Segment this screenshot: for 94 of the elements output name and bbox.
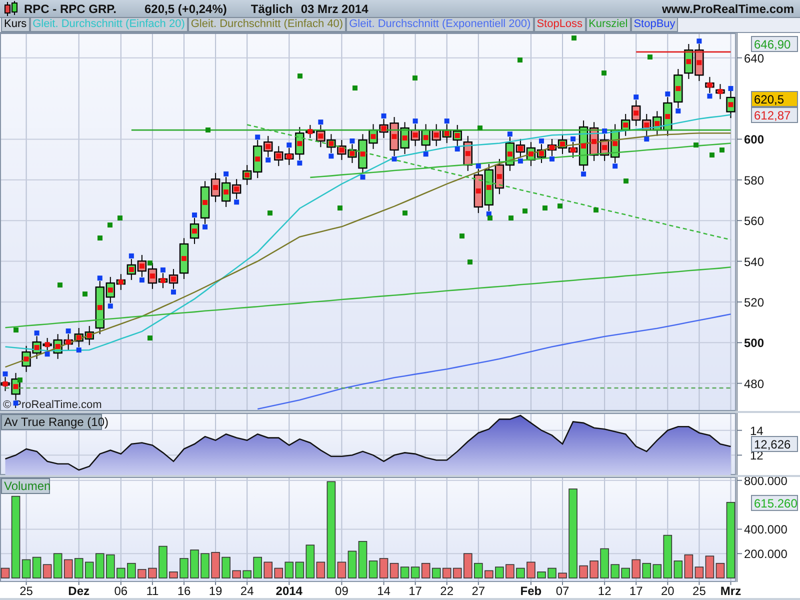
volume-bar xyxy=(632,559,641,578)
volume-bar xyxy=(484,570,494,578)
volume-bar xyxy=(116,568,126,578)
axis-label: 25 xyxy=(20,584,33,598)
axis-label: 17 xyxy=(408,584,422,598)
last-value-tag: 12,626 xyxy=(751,436,798,452)
axis-label: 19 xyxy=(208,584,222,598)
axis-label: 22 xyxy=(440,584,454,598)
symbol-name: RPC - RPC GRP. xyxy=(24,2,116,16)
volume-bar xyxy=(590,560,598,578)
volume-bar xyxy=(222,556,230,578)
axis-label: 480 xyxy=(744,376,764,391)
legend-item: StopLoss xyxy=(534,18,586,32)
date-label: 03 Mrz 2014 xyxy=(300,2,368,16)
volume-bar xyxy=(579,565,588,578)
volume-bar xyxy=(642,562,652,578)
axis-label: 17 xyxy=(629,584,643,598)
axis-label: 11 xyxy=(146,584,159,598)
target-price-tag: 646,90 xyxy=(751,36,798,52)
axis-label: 580 xyxy=(744,173,764,188)
volume-bar xyxy=(474,562,483,578)
axis-label: Feb xyxy=(520,584,542,598)
legend-item: Kursziel xyxy=(586,18,631,32)
axis-label: 520 xyxy=(744,295,764,310)
axis-label: 12 xyxy=(598,584,612,598)
price-change: 620,5 (+0,24%) xyxy=(144,2,227,16)
volume-bar xyxy=(442,568,452,578)
panel-title: Volumen xyxy=(1,478,51,494)
axis-label: 500 xyxy=(744,336,764,350)
candlestick xyxy=(484,164,494,212)
last-value-tag: 615.260 xyxy=(751,494,798,511)
chart-title: Volumen xyxy=(4,479,51,493)
legend-item: Gleit. Durchschnitt (Exponentiell 200) xyxy=(346,18,534,32)
volume-bar xyxy=(379,558,388,578)
axis-label: 600 xyxy=(744,132,764,147)
volume-bar xyxy=(548,568,556,578)
legend-item: Gleit. Durchschnitt (Einfach 40) xyxy=(188,18,346,32)
volume-bar xyxy=(516,568,525,578)
axis-label: 2014 xyxy=(276,584,302,598)
volume-bar xyxy=(232,570,241,578)
volume-bar xyxy=(74,558,84,578)
volume-bar xyxy=(106,554,115,578)
axis-label: 06 xyxy=(114,584,128,598)
panel-title: Av True Range (10) xyxy=(1,414,109,430)
axis-label: 20 xyxy=(660,584,674,598)
volume-bar xyxy=(558,572,567,578)
axis-label: 400.000 xyxy=(744,522,788,537)
website-label: www.ProRealTime.com xyxy=(662,2,794,16)
axis-label: Dez xyxy=(68,584,90,598)
volume-bar xyxy=(610,564,620,578)
volume-bar xyxy=(169,572,178,578)
volume-bar xyxy=(537,572,546,578)
axis-label: 560 xyxy=(744,214,764,228)
volume-bar xyxy=(127,562,136,578)
legend-item: Kurs xyxy=(1,18,30,32)
axis-label: Mrz xyxy=(720,584,742,598)
volume-bar xyxy=(190,550,199,578)
volume-bar xyxy=(148,568,157,578)
volume-bar xyxy=(211,552,220,578)
volume-bar xyxy=(253,556,262,578)
stoploss-price-tag: 612,87 xyxy=(751,107,798,123)
axis-label: 25 xyxy=(692,584,706,598)
volume-bar xyxy=(138,569,146,578)
volume-bar xyxy=(390,562,399,578)
volume-bar xyxy=(400,566,410,578)
axis-label: 540 xyxy=(744,254,764,269)
axis-label: 09 xyxy=(335,584,348,598)
candlestick-icon xyxy=(4,0,18,16)
volume-bar xyxy=(495,566,504,578)
volume-bar xyxy=(410,566,420,578)
candlestick xyxy=(474,168,483,214)
copyright-text: © ProRealTime.com xyxy=(3,399,102,411)
axis-label: 07 xyxy=(556,584,570,598)
axis-label: 640 xyxy=(744,51,764,66)
volume-bar xyxy=(200,553,210,578)
volume-bar xyxy=(242,570,252,578)
axis-label: 200.000 xyxy=(744,547,788,562)
candlestick xyxy=(674,68,683,109)
volume-bar xyxy=(600,548,609,578)
axis-label: 14 xyxy=(750,424,764,438)
legend-item: Gleit. Durchschnitt (Einfach 20) xyxy=(30,18,188,32)
volume-bar xyxy=(621,568,630,578)
axis-label: 24 xyxy=(240,584,254,598)
axis-label: 27 xyxy=(472,584,486,598)
volume-bar xyxy=(158,546,168,578)
volume-bar xyxy=(526,562,536,578)
volume-bar xyxy=(64,559,73,578)
volume-bar xyxy=(506,564,514,578)
period-label: Täglich xyxy=(250,2,293,16)
axis-label: 16 xyxy=(177,584,191,598)
axis-label: 14 xyxy=(377,584,390,598)
last-price-tag: 620,5 xyxy=(751,91,798,107)
legend-item: StopBuy xyxy=(630,18,678,32)
volume-bar xyxy=(180,558,188,578)
